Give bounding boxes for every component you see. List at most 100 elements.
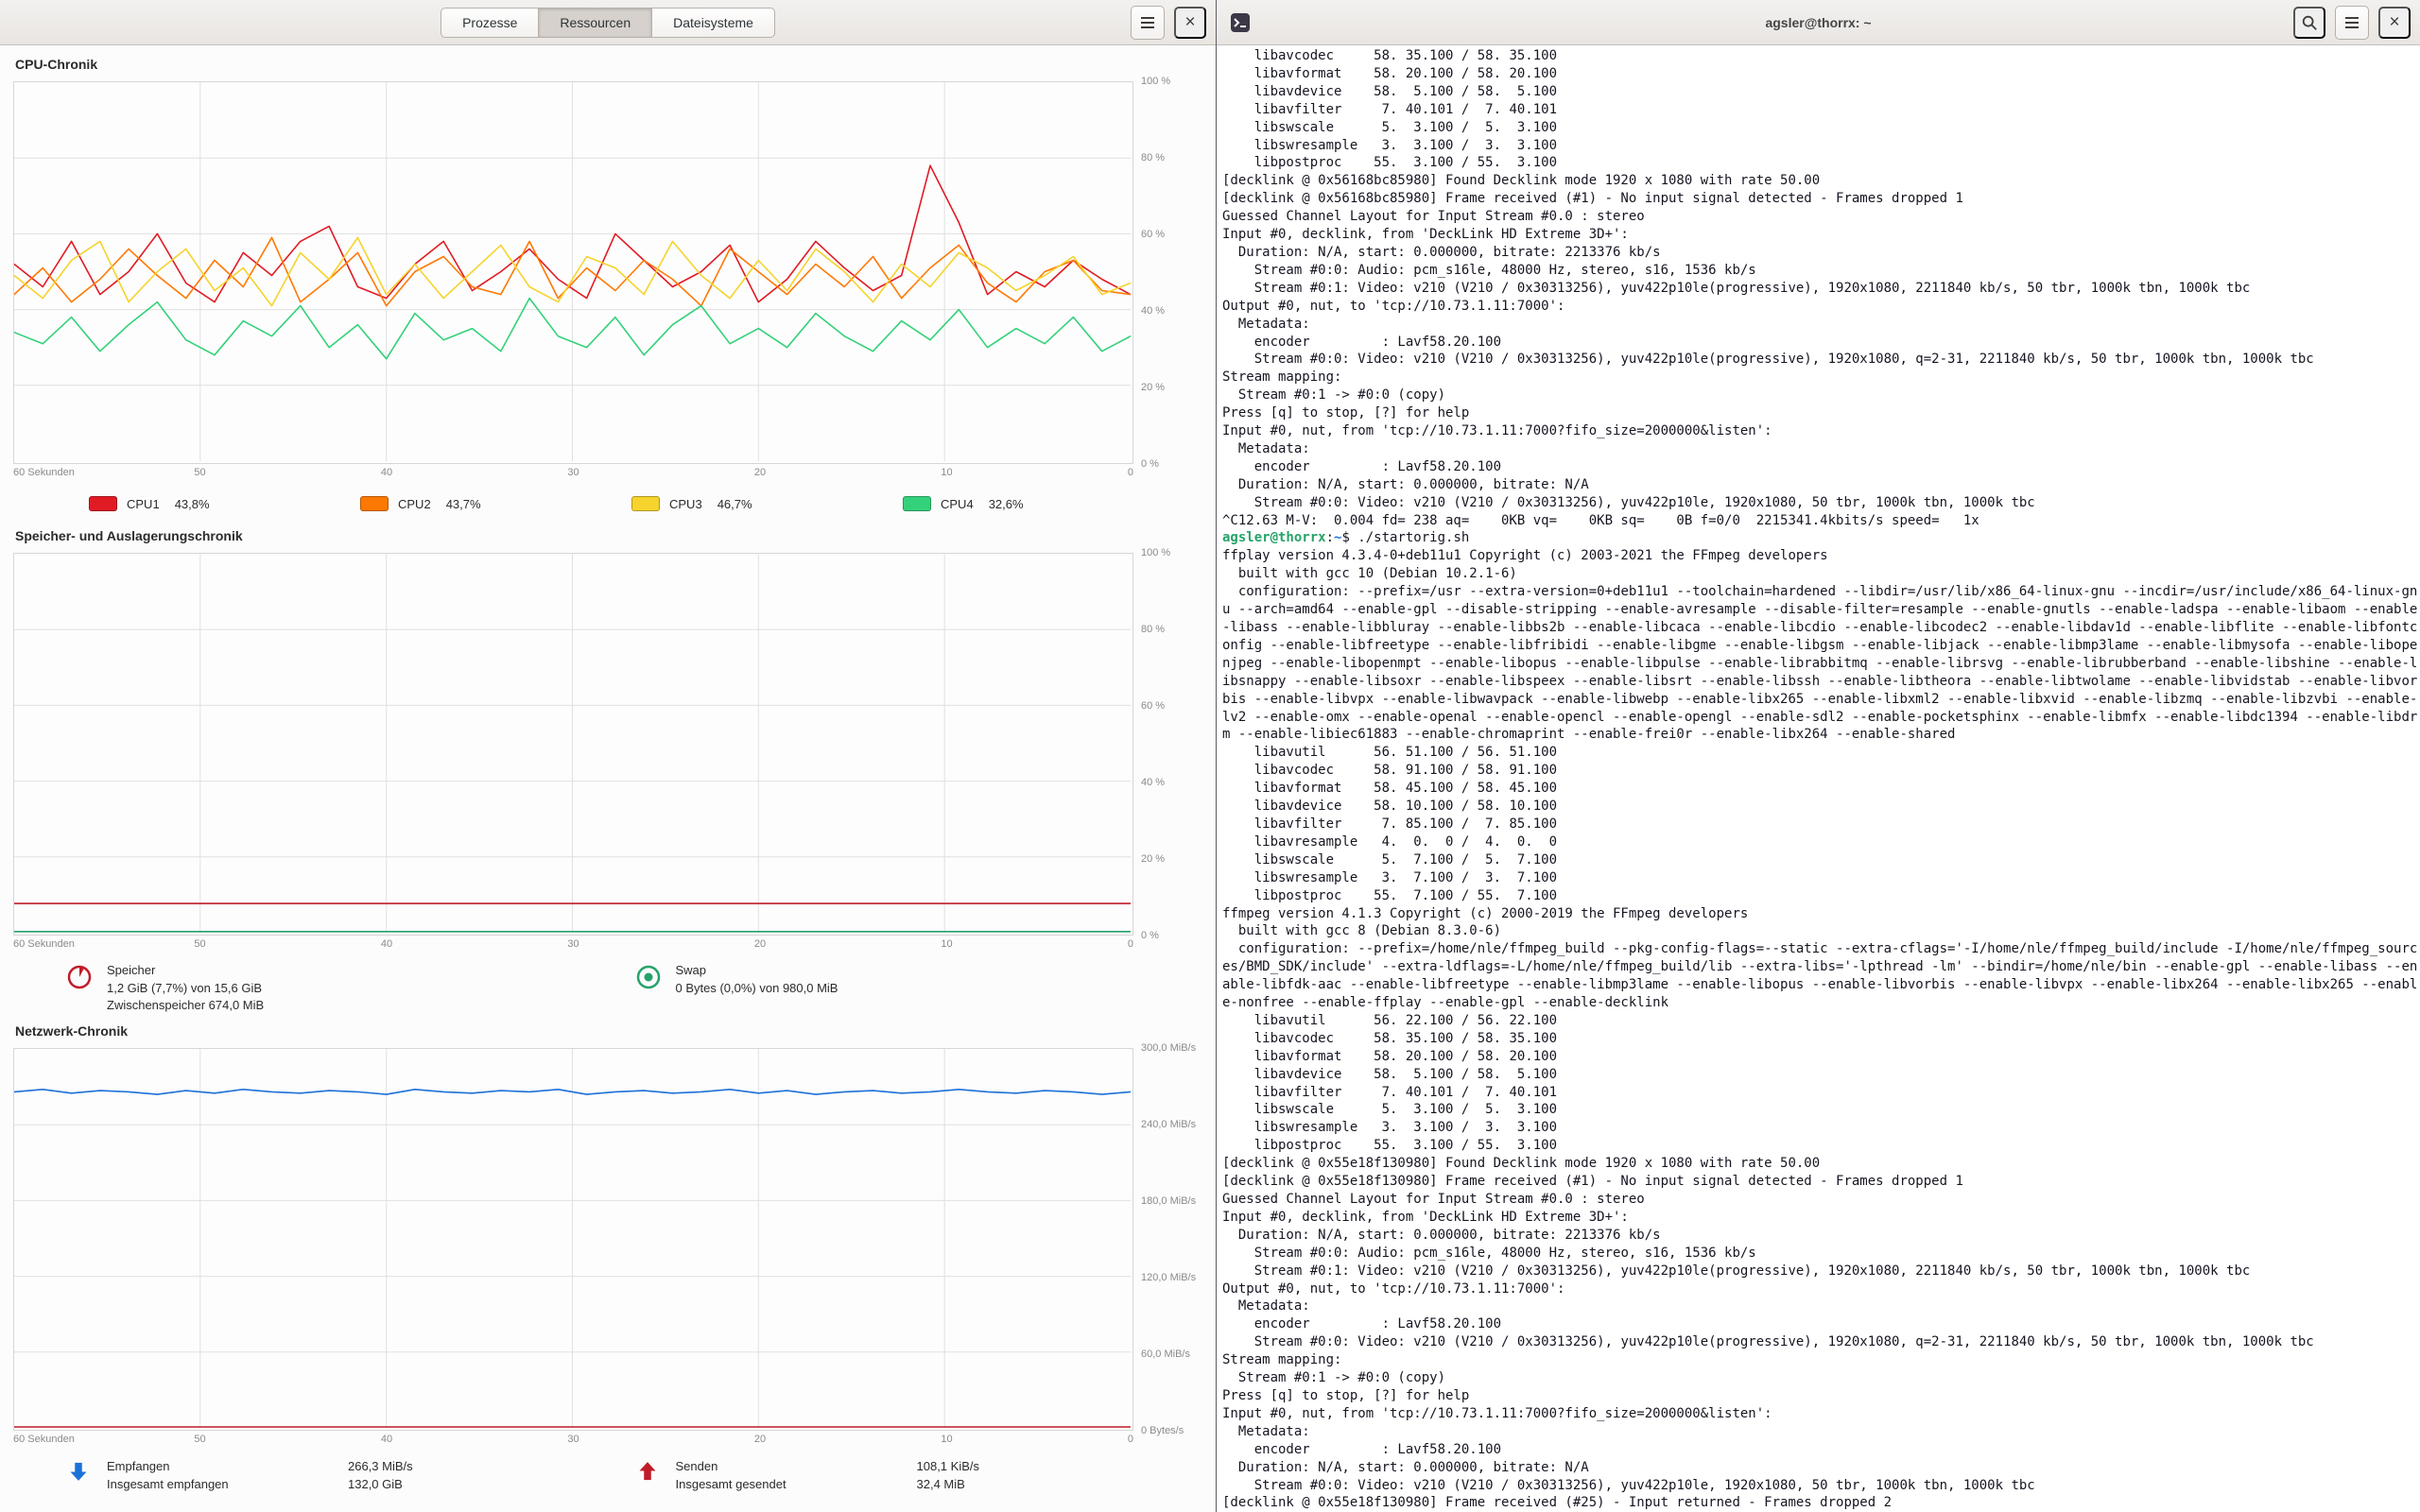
cpu1-legend-item[interactable]: CPU1 43,8% [89, 496, 360, 511]
memory-cache-value: Zwischenspeicher 674,0 MiB [107, 997, 264, 1014]
send-label: Senden [676, 1457, 917, 1475]
y-axis-label: 300,0 MiB/s [1141, 1042, 1200, 1054]
terminal-line: libavcodec 58. 35.100 / 58. 35.100 [1222, 47, 2418, 65]
receive-label: Empfangen [107, 1457, 348, 1475]
terminal-line: Duration: N/A, start: 0.000000, bitrate:… [1222, 1459, 2418, 1477]
terminal-line: libavdevice 58. 5.100 / 58. 5.100 [1222, 1066, 2418, 1084]
search-icon [2301, 14, 2318, 31]
terminal-line: ^C12.63 M-V: 0.004 fd= 238 aq= 0KB vq= 0… [1222, 512, 2418, 530]
terminal-line: Stream #0:0: Video: v210 (V210 / 0x30313… [1222, 494, 2418, 512]
terminal-line: encoder : Lavf58.20.100 [1222, 334, 2418, 352]
cpu2-legend-item[interactable]: CPU2 43,7% [360, 496, 631, 511]
terminal-line: Metadata: [1222, 1297, 2418, 1315]
terminal-line: encoder : Lavf58.20.100 [1222, 1441, 2418, 1459]
receive-rate-value: 266,3 MiB/s [348, 1457, 413, 1475]
terminal-line: Input #0, nut, from 'tcp://10.73.1.11:70… [1222, 422, 2418, 440]
terminal-line: Stream #0:1: Video: v210 (V210 / 0x30313… [1222, 280, 2418, 298]
menu-button[interactable] [1131, 6, 1165, 40]
x-axis-label: 20 [754, 467, 766, 478]
x-axis-label: 10 [941, 467, 952, 478]
cpu2-color-swatch[interactable] [360, 496, 389, 511]
cpu-history-chart [13, 81, 1133, 464]
memory-usage-pie-icon[interactable] [65, 963, 94, 991]
total-received-value: 132,0 GiB [348, 1475, 413, 1493]
terminal-line: Guessed Channel Layout for Input Stream … [1222, 208, 2418, 226]
cpu3-legend-item[interactable]: CPU3 46,7% [631, 496, 903, 511]
terminal-line: Press [q] to stop, [?] for help [1222, 1387, 2418, 1405]
terminal-line: Press [q] to stop, [?] for help [1222, 404, 2418, 422]
terminal-line: Input #0, decklink, from 'DeckLink HD Ex… [1222, 1209, 2418, 1227]
terminal-line: libpostproc 55. 3.100 / 55. 3.100 [1222, 1137, 2418, 1155]
terminal-app-icon [1228, 10, 1253, 35]
total-received-label: Insgesamt empfangen [107, 1475, 348, 1493]
terminal-line: Stream #0:0: Video: v210 (V210 / 0x30313… [1222, 1333, 2418, 1351]
terminal-window: agsler@thorrx: ~ × libavcodec 58. 35.100… [1216, 0, 2420, 1512]
terminal-menu-button[interactable] [2335, 6, 2369, 40]
terminal-line: Metadata: [1222, 440, 2418, 458]
x-axis-label: 20 [754, 1434, 766, 1445]
x-axis-label: 0 [1128, 938, 1133, 950]
terminal-window-controls: × [2293, 0, 2411, 45]
network-x-axis-labels: 60 Sekunden50403020100 [13, 1431, 1133, 1450]
terminal-line: Input #0, decklink, from 'DeckLink HD Ex… [1222, 226, 2418, 244]
terminal-line: [decklink @ 0x55e18f130980] Found Deckli… [1222, 1155, 2418, 1173]
terminal-close-button[interactable]: × [2378, 7, 2411, 39]
network-history-chart [13, 1048, 1133, 1431]
terminal-line: encoder : Lavf58.20.100 [1222, 458, 2418, 476]
close-button[interactable]: × [1174, 7, 1206, 39]
cpu4-color-swatch[interactable] [903, 496, 931, 511]
x-axis-label: 60 Sekunden [13, 938, 75, 950]
terminal-line: Stream #0:0: Video: v210 (V210 / 0x30313… [1222, 351, 2418, 369]
terminal-line: Stream mapping: [1222, 1351, 2418, 1369]
y-axis-label: 0 % [1141, 458, 1200, 470]
total-sent-label: Insgesamt gesendet [676, 1475, 917, 1493]
upload-arrow-icon [634, 1458, 663, 1485]
terminal-line: Stream #0:0: Audio: pcm_s16le, 48000 Hz,… [1222, 262, 2418, 280]
terminal-line: libavresample 4. 0. 0 / 4. 0. 0 [1222, 833, 2418, 851]
close-icon: × [2389, 12, 2399, 33]
terminal-line: libavformat 58. 20.100 / 58. 20.100 [1222, 65, 2418, 83]
search-button[interactable] [2293, 7, 2325, 39]
y-axis-label: 40 % [1141, 305, 1200, 317]
system-monitor-titlebar[interactable]: Prozesse Ressourcen Dateisysteme × [0, 0, 1216, 45]
cpu4-value: 32,6% [989, 497, 1024, 511]
cpu3-color-swatch[interactable] [631, 496, 660, 511]
memory-history-chart [13, 553, 1133, 936]
cpu3-value: 46,7% [717, 497, 752, 511]
terminal-line: libavdevice 58. 5.100 / 58. 5.100 [1222, 83, 2418, 101]
tab-ressourcen[interactable]: Ressourcen [539, 8, 652, 38]
terminal-line: libswresample 3. 7.100 / 3. 7.100 [1222, 869, 2418, 887]
swap-usage-pie-icon[interactable] [634, 963, 663, 991]
x-axis-label: 20 [754, 938, 766, 950]
terminal-line: libavutil 56. 22.100 / 56. 22.100 [1222, 1012, 2418, 1030]
terminal-output[interactable]: libavcodec 58. 35.100 / 58. 35.100 libav… [1217, 45, 2420, 1512]
x-axis-label: 40 [381, 467, 392, 478]
cpu-y-axis-labels: 100 %80 %60 %40 %20 %0 % [1141, 76, 1200, 470]
terminal-line: Metadata: [1222, 316, 2418, 334]
network-send-legend-entry: Senden 108,1 KiB/s Insgesamt gesendet 32… [634, 1457, 1203, 1493]
tab-dateisysteme[interactable]: Dateisysteme [652, 8, 775, 38]
tab-prozesse[interactable]: Prozesse [441, 8, 539, 38]
download-arrow-icon [65, 1458, 94, 1485]
terminal-line: Duration: N/A, start: 0.000000, bitrate:… [1222, 244, 2418, 262]
y-axis-label: 80 % [1141, 624, 1200, 635]
terminal-line: Duration: N/A, start: 0.000000, bitrate:… [1222, 1227, 2418, 1245]
memory-history-title: Speicher- und Auslagerungschronik [15, 528, 1202, 543]
cpu4-legend-item[interactable]: CPU4 32,6% [903, 496, 1174, 511]
terminal-line: libavformat 58. 20.100 / 58. 20.100 [1222, 1048, 2418, 1066]
memory-legend-entry: Speicher 1,2 GiB (7,7%) von 15,6 GiB Zwi… [65, 962, 634, 1014]
cpu3-label: CPU3 [669, 497, 702, 511]
screen: Prozesse Ressourcen Dateisysteme × CPU-C… [0, 0, 2420, 1512]
terminal-line: libswscale 5. 7.100 / 5. 7.100 [1222, 851, 2418, 869]
terminal-line: [decklink @ 0x56168bc85980] Frame receiv… [1222, 190, 2418, 208]
y-axis-label: 100 % [1141, 547, 1200, 558]
y-axis-label: 240,0 MiB/s [1141, 1119, 1200, 1130]
terminal-line: libavformat 58. 45.100 / 58. 45.100 [1222, 780, 2418, 798]
cpu1-color-swatch[interactable] [89, 496, 117, 511]
terminal-line: [decklink @ 0x55e18f130980] Frame receiv… [1222, 1173, 2418, 1191]
swap-usage-value: 0 Bytes (0,0%) von 980,0 MiB [676, 980, 838, 997]
terminal-line: Stream #0:1 -> #0:0 (copy) [1222, 387, 2418, 404]
terminal-titlebar[interactable]: agsler@thorrx: ~ × [1217, 0, 2420, 45]
y-axis-label: 60 % [1141, 229, 1200, 240]
resources-view: CPU-Chronik 100 %80 %60 %40 %20 %0 % 60 … [0, 45, 1216, 1512]
